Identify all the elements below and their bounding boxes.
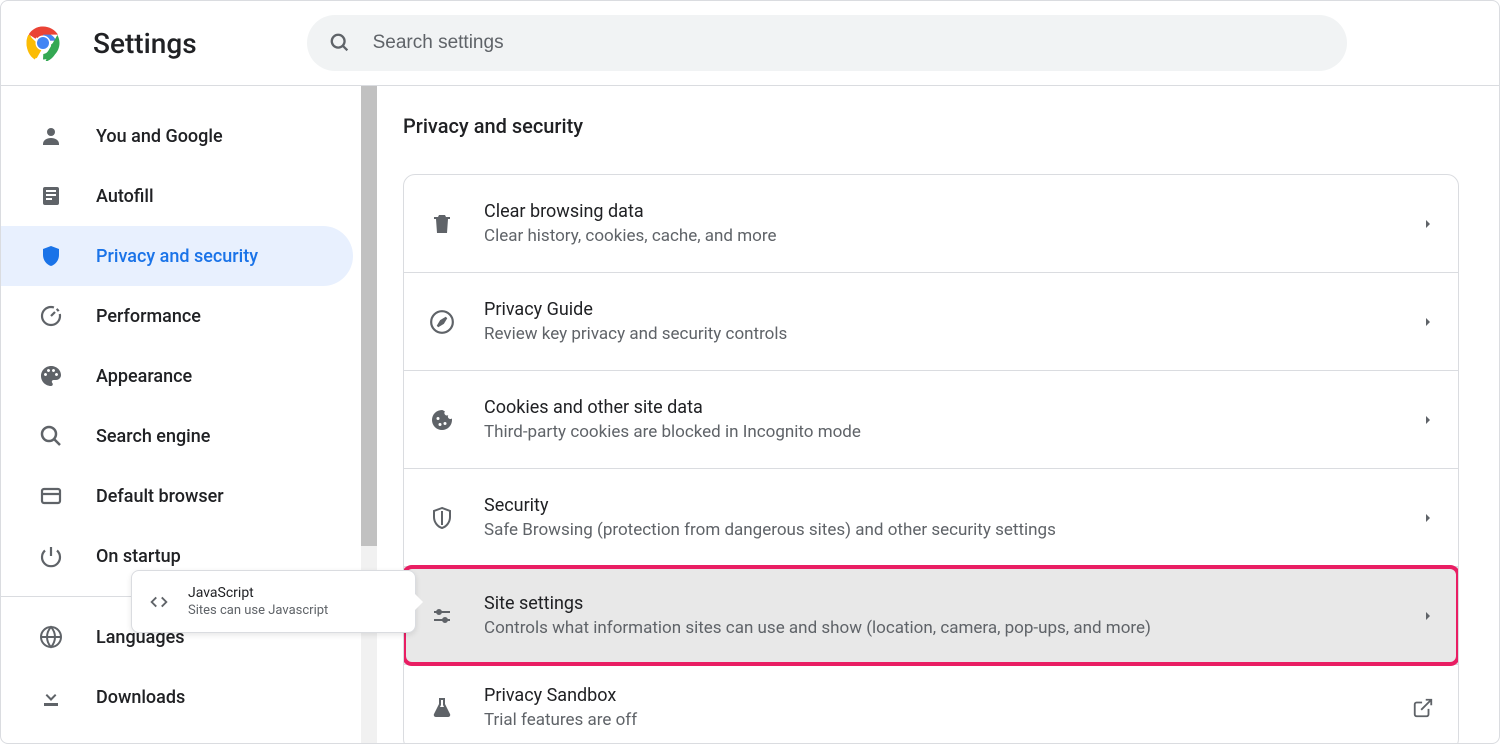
sidebar: You and Google Autofill Privacy and secu… xyxy=(1,86,361,743)
sliders-icon xyxy=(428,602,456,630)
card-item-sub: Trial features are off xyxy=(484,710,1400,730)
search-icon xyxy=(39,424,63,448)
sidebar-item-label: Downloads xyxy=(96,687,185,708)
chrome-logo xyxy=(25,25,61,61)
scrollbar-thumb[interactable] xyxy=(361,86,377,546)
sidebar-item-autofill[interactable]: Autofill xyxy=(1,166,353,226)
sidebar-item-label: Default browser xyxy=(96,486,224,507)
shield-outline-icon xyxy=(428,504,456,532)
external-link-icon xyxy=(1412,697,1434,719)
settings-card: Clear browsing data Clear history, cooki… xyxy=(403,174,1459,743)
tooltip-sub: Sites can use Javascript xyxy=(188,603,328,618)
card-item-privacy-guide[interactable]: Privacy Guide Review key privacy and sec… xyxy=(404,273,1458,371)
card-item-sub: Safe Browsing (protection from dangerous… xyxy=(484,520,1410,540)
speedometer-icon xyxy=(39,304,63,328)
browser-icon xyxy=(39,484,63,508)
sidebar-item-label: Appearance xyxy=(96,366,192,387)
card-item-title: Cookies and other site data xyxy=(484,397,1410,418)
card-item-clear-browsing-data[interactable]: Clear browsing data Clear history, cooki… xyxy=(404,175,1458,273)
sidebar-item-label: Privacy and security xyxy=(96,246,258,267)
code-icon xyxy=(148,591,170,613)
shield-icon xyxy=(39,244,63,268)
card-item-title: Security xyxy=(484,495,1410,516)
flask-icon xyxy=(428,694,456,722)
sidebar-item-label: Search engine xyxy=(96,426,210,447)
section-title: Privacy and security xyxy=(403,114,1499,138)
chevron-right-icon xyxy=(1422,512,1434,524)
tooltip-title: JavaScript xyxy=(188,585,328,601)
chevron-right-icon xyxy=(1422,218,1434,230)
sidebar-item-label: Autofill xyxy=(96,186,154,207)
card-item-sub: Clear history, cookies, cache, and more xyxy=(484,226,1410,246)
cookie-icon xyxy=(428,406,456,434)
chevron-right-icon xyxy=(1422,610,1434,622)
tooltip-javascript: JavaScript Sites can use Javascript xyxy=(131,570,416,633)
main-content: Privacy and security Clear browsing data… xyxy=(361,86,1499,743)
chevron-right-icon xyxy=(1422,414,1434,426)
palette-icon xyxy=(39,364,63,388)
card-item-title: Clear browsing data xyxy=(484,201,1410,222)
sidebar-item-privacy-security[interactable]: Privacy and security xyxy=(1,226,353,286)
card-item-title: Site settings xyxy=(484,593,1410,614)
sidebar-item-appearance[interactable]: Appearance xyxy=(1,346,353,406)
page-title: Settings xyxy=(93,27,197,60)
card-item-title: Privacy Sandbox xyxy=(484,685,1400,706)
compass-icon xyxy=(428,308,456,336)
chevron-right-icon xyxy=(1422,316,1434,328)
sidebar-item-default-browser[interactable]: Default browser xyxy=(1,466,353,526)
sidebar-item-you-and-google[interactable]: You and Google xyxy=(1,106,353,166)
autofill-icon xyxy=(39,184,63,208)
card-item-sub: Third-party cookies are blocked in Incog… xyxy=(484,422,1410,442)
card-item-sub: Review key privacy and security controls xyxy=(484,324,1410,344)
sidebar-item-label: Performance xyxy=(96,306,201,327)
card-item-privacy-sandbox[interactable]: Privacy Sandbox Trial features are off xyxy=(404,665,1458,743)
card-item-title: Privacy Guide xyxy=(484,299,1410,320)
card-item-sub: Controls what information sites can use … xyxy=(484,618,1410,638)
person-icon xyxy=(39,124,63,148)
globe-icon xyxy=(39,625,63,649)
sidebar-item-search-engine[interactable]: Search engine xyxy=(1,406,353,466)
sidebar-item-label: You and Google xyxy=(96,126,223,147)
download-icon xyxy=(39,685,63,709)
trash-icon xyxy=(428,210,456,238)
header: Settings xyxy=(1,1,1499,85)
search-box[interactable] xyxy=(307,15,1347,71)
card-item-security[interactable]: Security Safe Browsing (protection from … xyxy=(404,469,1458,567)
power-icon xyxy=(39,544,63,568)
sidebar-item-label: On startup xyxy=(96,546,181,567)
search-input[interactable] xyxy=(373,32,1325,54)
card-item-site-settings[interactable]: Site settings Controls what information … xyxy=(404,567,1458,665)
sidebar-item-performance[interactable]: Performance xyxy=(1,286,353,346)
sidebar-item-downloads[interactable]: Downloads xyxy=(1,667,353,727)
card-item-cookies[interactable]: Cookies and other site data Third-party … xyxy=(404,371,1458,469)
search-icon xyxy=(329,32,351,54)
